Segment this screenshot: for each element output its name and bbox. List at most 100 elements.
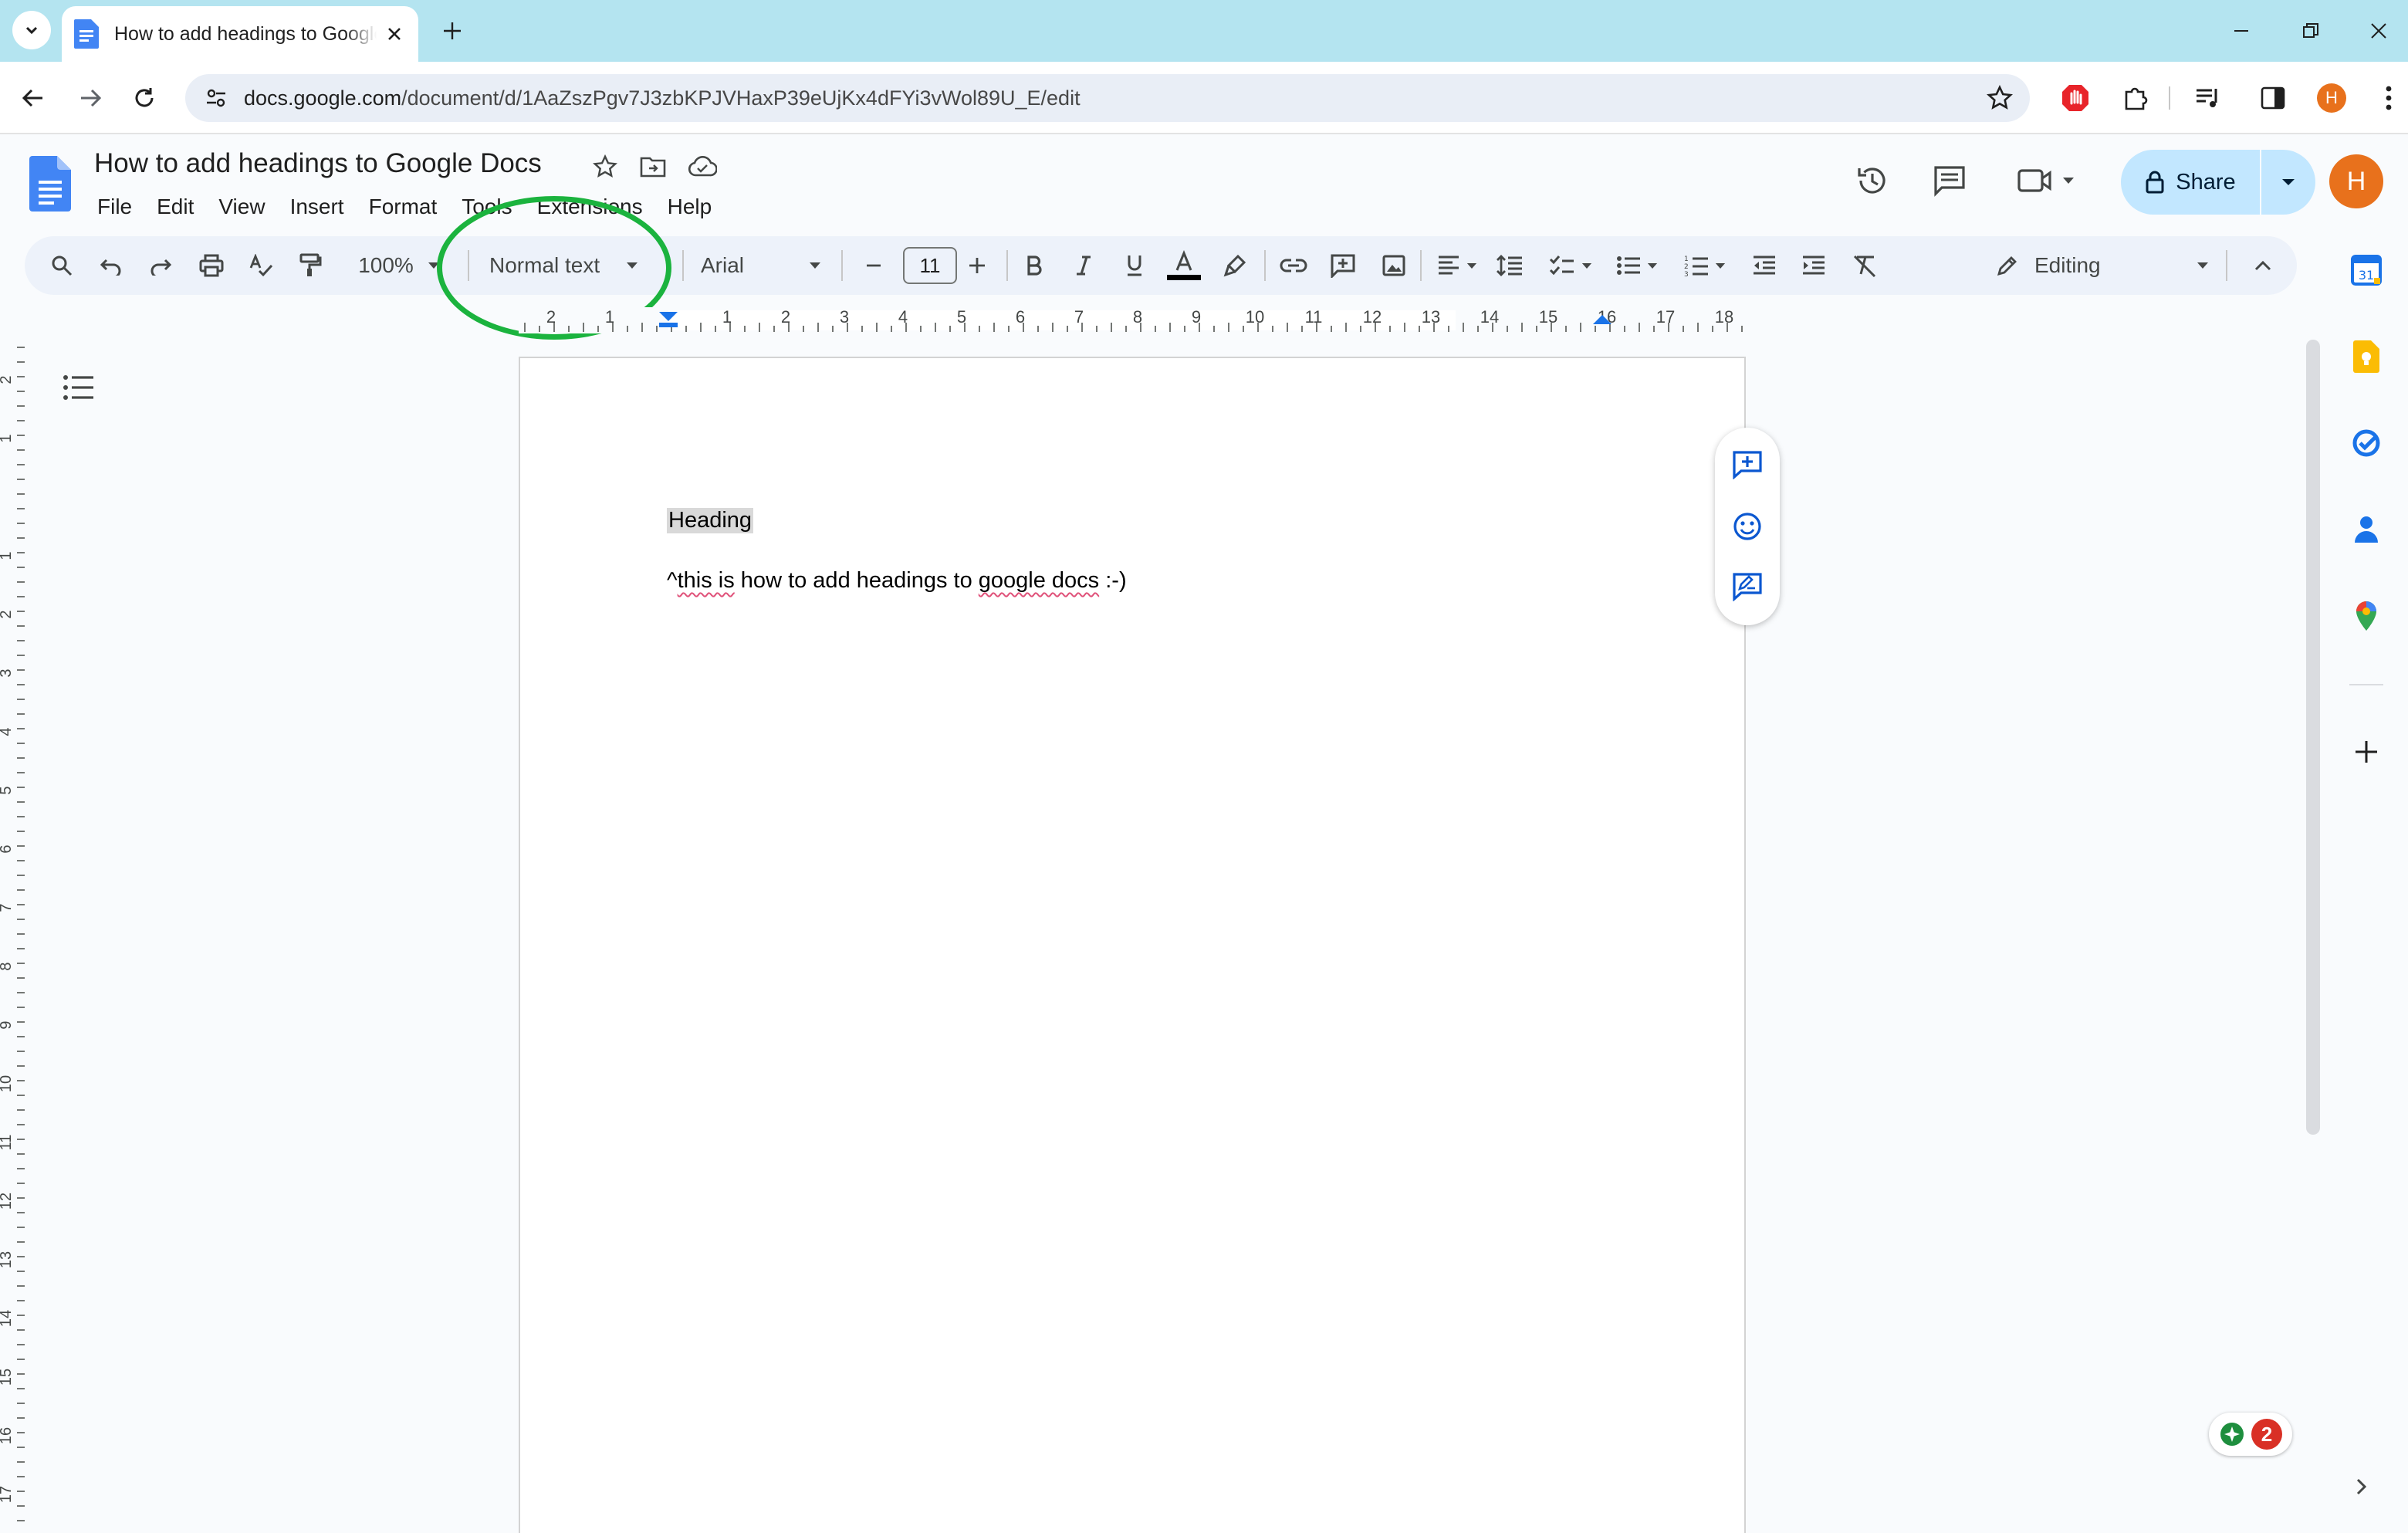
menu-file[interactable]: File xyxy=(85,190,144,224)
star-document-button[interactable] xyxy=(590,151,621,182)
line-spacing-button[interactable] xyxy=(1491,247,1528,284)
text-color-button[interactable] xyxy=(1165,247,1202,284)
maps-app-button[interactable] xyxy=(2345,594,2388,638)
browser-tab[interactable]: How to add headings to Google Docs xyxy=(62,6,418,62)
calendar-app-button[interactable]: 31 xyxy=(2345,249,2388,292)
document-status-button[interactable] xyxy=(687,151,718,182)
zoom-value: 100% xyxy=(358,253,414,277)
vertical-ruler[interactable]: 211234567891011121314151617 xyxy=(0,340,26,1533)
paint-format-button[interactable] xyxy=(292,247,329,284)
menu-help[interactable]: Help xyxy=(655,190,725,224)
paint-roller-icon xyxy=(299,253,322,276)
insert-link-button[interactable] xyxy=(1275,247,1312,284)
redo-button[interactable] xyxy=(142,247,179,284)
bulleted-list-select[interactable] xyxy=(1605,247,1669,284)
contacts-app-button[interactable] xyxy=(2345,508,2388,551)
new-tab-button[interactable] xyxy=(437,15,468,46)
address-bar[interactable]: docs.google.com/document/d/1AaZszPgv7J3z… xyxy=(185,74,2030,122)
editing-mode-value: Editing xyxy=(2034,253,2101,277)
svg-text:2: 2 xyxy=(1684,263,1689,271)
document-page[interactable]: Heading ^this is how to add headings to … xyxy=(519,357,1746,1533)
font-size-input[interactable]: 11 xyxy=(903,247,957,284)
forward-button[interactable] xyxy=(73,80,108,116)
insert-image-button[interactable] xyxy=(1375,247,1412,284)
tab-close-button[interactable] xyxy=(383,22,406,46)
decrease-font-size-button[interactable] xyxy=(855,247,892,284)
search-menus-button[interactable] xyxy=(43,247,80,284)
heading-text[interactable]: Heading xyxy=(667,508,754,533)
meet-button[interactable] xyxy=(2011,157,2081,204)
increase-font-size-button[interactable] xyxy=(959,247,996,284)
keep-app-button[interactable] xyxy=(2345,335,2388,378)
document-title[interactable]: How to add headings to Google Docs xyxy=(94,148,542,179)
share-button[interactable]: Share xyxy=(2121,150,2260,215)
menu-format[interactable]: Format xyxy=(357,190,450,224)
extension-adblock-button[interactable] xyxy=(2058,80,2093,116)
restore-button[interactable] xyxy=(2294,14,2328,48)
tab-title: How to add headings to Google Docs xyxy=(114,22,377,45)
clear-formatting-button[interactable] xyxy=(1846,247,1883,284)
profile-button[interactable]: H xyxy=(2314,80,2349,116)
menu-view[interactable]: View xyxy=(206,190,277,224)
browser-menu-button[interactable] xyxy=(2371,80,2406,116)
comments-button[interactable] xyxy=(1926,157,1973,204)
decrease-indent-button[interactable] xyxy=(1746,247,1783,284)
share-label: Share xyxy=(2176,169,2236,195)
underline-button[interactable] xyxy=(1116,247,1153,284)
increase-indent-button[interactable] xyxy=(1795,247,1832,284)
share-dropdown-button[interactable] xyxy=(2261,150,2315,215)
hide-side-panel-button[interactable] xyxy=(2346,1471,2377,1502)
version-history-button[interactable] xyxy=(1849,157,1896,204)
menu-extensions[interactable]: Extensions xyxy=(525,190,655,224)
print-button[interactable] xyxy=(193,247,230,284)
undo-button[interactable] xyxy=(93,247,130,284)
reload-button[interactable] xyxy=(127,80,162,116)
hide-menus-button[interactable] xyxy=(2244,247,2281,284)
italic-button[interactable] xyxy=(1065,247,1102,284)
docs-logo-icon[interactable] xyxy=(29,156,71,212)
checklist-select[interactable] xyxy=(1539,247,1602,284)
document-outline-button[interactable] xyxy=(59,367,99,408)
tab-search-button[interactable] xyxy=(12,11,51,49)
explore-button[interactable]: 2 xyxy=(2209,1413,2292,1456)
history-icon xyxy=(1858,168,1885,194)
float-emoji-reaction-button[interactable] xyxy=(1727,506,1767,547)
paragraph-style-select[interactable]: Normal text xyxy=(482,247,675,284)
vertical-scrollbar[interactable] xyxy=(2306,340,2320,1135)
site-info-icon[interactable] xyxy=(202,84,230,112)
font-select[interactable]: Arial xyxy=(690,247,837,284)
close-window-button[interactable] xyxy=(2362,14,2396,48)
extensions-button[interactable] xyxy=(2118,80,2153,116)
media-controls-button[interactable] xyxy=(2190,80,2226,116)
search-icon xyxy=(52,255,73,276)
highlight-color-button[interactable] xyxy=(1216,247,1253,284)
body-text[interactable]: ^this is how to add headings to google d… xyxy=(667,568,1127,594)
align-select[interactable] xyxy=(1428,247,1486,284)
bookmark-star-button[interactable] xyxy=(1985,83,2014,113)
add-comment-button[interactable] xyxy=(1324,247,1361,284)
spelling-check-button[interactable] xyxy=(242,247,279,284)
tasks-app-button[interactable] xyxy=(2345,421,2388,465)
account-avatar[interactable]: H xyxy=(2329,154,2383,208)
menu-insert[interactable]: Insert xyxy=(278,190,357,224)
menu-edit[interactable]: Edit xyxy=(144,190,206,224)
side-panel-button[interactable] xyxy=(2255,80,2291,116)
float-suggest-edits-button[interactable] xyxy=(1727,567,1767,607)
menu-tools[interactable]: Tools xyxy=(449,190,524,224)
chevron-right-icon xyxy=(2356,1478,2367,1495)
side-panel-icon xyxy=(2261,86,2285,110)
comment-icon xyxy=(1934,166,1965,197)
media-icon xyxy=(2197,89,2217,107)
get-add-ons-button[interactable] xyxy=(2345,730,2388,773)
caret-down-icon xyxy=(627,262,638,269)
back-button[interactable] xyxy=(15,80,51,116)
horizontal-ruler[interactable]: 2 1 1 2 3 4 5 6 7 8 9 10 11 12 13 14 15 16 17 18 xyxy=(519,307,1754,333)
float-add-comment-button[interactable] xyxy=(1727,445,1767,485)
numbered-list-select[interactable]: 123 xyxy=(1673,247,1737,284)
move-document-button[interactable] xyxy=(638,151,668,182)
link-icon xyxy=(1280,259,1307,272)
zoom-select[interactable]: 100% xyxy=(341,247,457,284)
editing-mode-select[interactable]: Editing xyxy=(1988,247,2220,284)
minimize-button[interactable] xyxy=(2224,14,2258,48)
bold-button[interactable] xyxy=(1016,247,1053,284)
